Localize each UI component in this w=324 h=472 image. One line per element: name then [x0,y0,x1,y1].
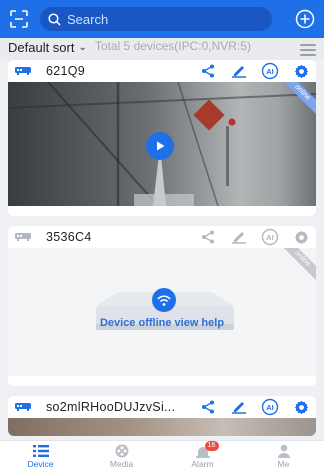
edit-icon[interactable] [230,398,248,416]
user-icon [275,444,293,458]
live-preview[interactable]: online [8,82,316,206]
device-card-header: so2mlRHooDUJzvSi... AI [8,396,316,418]
svg-text:AI: AI [266,403,274,412]
list-menu-icon[interactable] [300,44,316,56]
device-card[interactable]: 3536C4 AI online Device offline view hel… [8,226,316,386]
ai-icon[interactable]: AI [261,62,279,80]
tab-label: Media [109,459,134,469]
list-icon [32,444,50,458]
tab-media[interactable]: Media [81,441,162,472]
alarm-count-badge: 16 [204,441,219,451]
edit-icon[interactable] [230,228,248,246]
chevron-down-icon[interactable]: ⌄ [78,42,86,53]
share-icon[interactable] [199,228,217,246]
share-icon[interactable] [199,62,217,80]
nvr-icon [14,402,32,412]
tab-device[interactable]: Device [0,441,81,472]
device-card[interactable]: 621Q9 AI online [8,60,316,216]
play-button[interactable] [146,132,174,160]
sort-bar: Default sort ⌄ Total 5 devices(IPC:0,NVR… [0,38,324,60]
bottom-nav: Device Media 16 Alarm Me [0,440,324,472]
media-icon [113,444,131,458]
search-placeholder: Search [67,11,109,27]
status-badge: online [277,248,316,284]
svg-text:AI: AI [266,67,274,76]
offline-preview[interactable]: online Device offline view help [8,248,316,376]
svg-text:AI: AI [266,233,274,242]
ai-icon[interactable]: AI [261,398,279,416]
search-icon [48,12,61,26]
tab-me[interactable]: Me [243,441,324,472]
device-card[interactable]: so2mlRHooDUJzvSi... AI [8,396,316,436]
nvr-icon [14,232,32,242]
device-card-header: 3536C4 AI [8,226,316,248]
search-input[interactable]: Search [40,7,272,31]
edit-icon[interactable] [230,62,248,80]
tab-alarm[interactable]: 16 Alarm [162,441,243,472]
tab-label: Me [277,459,290,469]
device-total: Total 5 devices(IPC:0,NVR:5) [94,40,251,53]
settings-icon[interactable] [292,398,310,416]
ai-icon[interactable]: AI [261,228,279,246]
nvr-icon [14,66,32,76]
settings-icon[interactable] [292,62,310,80]
add-device-icon[interactable] [294,8,316,30]
offline-help-link[interactable]: Device offline view help [8,317,316,329]
top-bar: Search [0,0,324,38]
device-name: so2mlRHooDUJzvSi... [46,400,176,414]
settings-icon[interactable] [292,228,310,246]
device-name: 621Q9 [46,64,86,78]
card-footer [8,376,316,386]
tab-label: Alarm [191,459,214,469]
card-footer [8,206,316,216]
sort-dropdown[interactable]: Default sort [8,40,74,55]
tab-label: Device [27,459,54,469]
device-name: 3536C4 [46,230,92,244]
share-icon[interactable] [199,398,217,416]
live-preview[interactable] [8,418,316,436]
scan-icon[interactable] [8,8,30,30]
device-card-header: 621Q9 AI [8,60,316,82]
